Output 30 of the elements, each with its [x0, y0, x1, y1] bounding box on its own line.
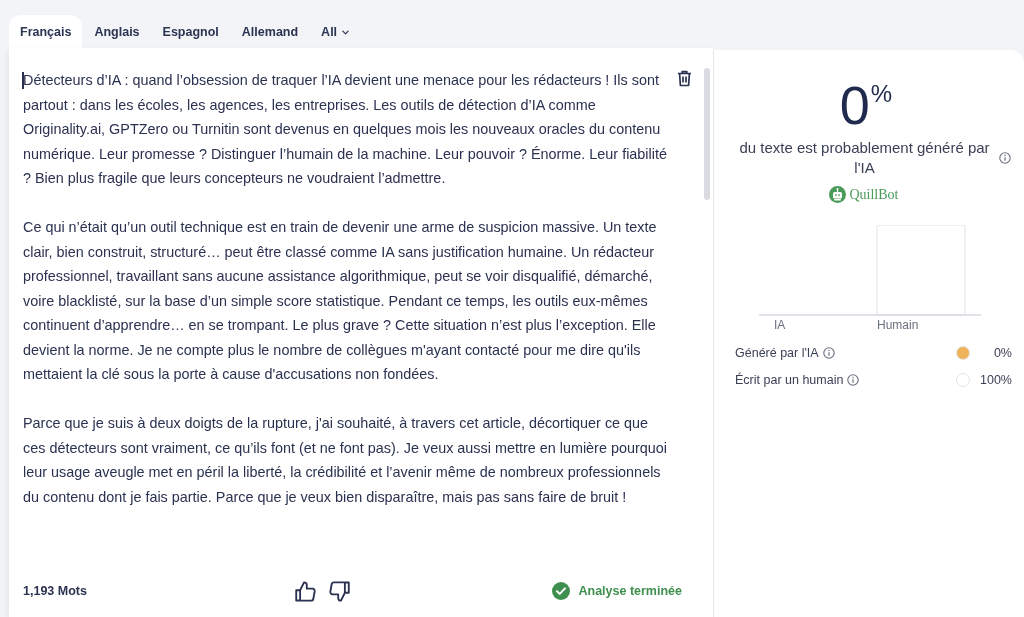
paragraph: Détecteurs d’IA : quand l’obsession de traquer l’IA devient une menace pour les rédacteurs ! Ils sont partout : dans les écoles, les agences, les entreprises. Les outils de détection d’IA comme Originality.ai, GPTZero ou Turnitin sont devenus en quelques mois les nouveaux oracles du contenu numérique. Leur promesse ? Distinguer l’humain de la machine. Leur pouvoir ? Énorme. Leur fiabilité ? Bien plus fragile que leurs concepteurs ne voudraient l’admettre.: [23, 71, 668, 188]
info-icon[interactable]: [847, 373, 860, 386]
language-tab[interactable]: Français: [9, 15, 83, 48]
info-icon[interactable]: [999, 152, 1011, 164]
paragraph: Ce qui n’était qu’un outil technique est en train de devenir une arme de suspicion massive. Un texte clair, bien construit, structuré… peut être classé comme IA sans justification humaine. Un rédacteur professionnel, travaillant sans aucune assistance algorithmique, peut se voir disqualifié, démarché, voire blacklisté, sur la base d’un simple score statistique. Pendant ce temps, les outils eux-mêmes continuent d’apprendre… en se trompant. Le plus grave ? Cette situation n’est plus l’exception. Elle devient la norme. Je ne compte plus le nombre de collègues m'ayant contacté pour me dire qu'ils mettaient la clé sous la porte à cause d'accusations non fondées.: [23, 218, 658, 384]
axis-label: Humain: [877, 318, 919, 332]
word-count: 1,193 Mots: [23, 584, 88, 598]
status-text: Analyse terminée: [578, 584, 682, 598]
language-tab[interactable]: Anglais: [83, 15, 151, 48]
thumbs-up-icon[interactable]: [295, 580, 316, 602]
language-tab[interactable]: Espagnol: [151, 15, 230, 48]
legend-label: Généré par l'IA: [735, 345, 819, 360]
legend-value: 0%: [992, 345, 1012, 360]
ai-score: 0$^{%}$: [839, 78, 893, 132]
trash-icon[interactable]: [677, 70, 692, 87]
language-tab[interactable]: All: [310, 15, 361, 48]
logo-text: QuillBot: [849, 186, 899, 203]
robot-icon: [829, 186, 847, 203]
legend-value: 100%: [979, 372, 1012, 387]
thumbs-down-icon[interactable]: [329, 580, 350, 602]
legend-label: Écrit par un humain: [735, 372, 844, 387]
check-circle-icon: [552, 582, 571, 600]
axis-label: IA: [774, 318, 786, 332]
language-tab[interactable]: Allemand: [230, 15, 310, 48]
info-icon[interactable]: [822, 346, 835, 359]
text-cursor: [22, 72, 24, 89]
score-description: du texte est probablement généré par l'IA: [738, 138, 991, 178]
paragraph: Parce que je suis à deux doigts de la rupture, j'ai souhaité, à travers cet article, décortiquer ce que ces détecteurs sont vraiment, ce qu’ils font (et ne font pas). Je veux aussi mettre en lumière pourquoi leur usage aveugle met en péril la liberté, la crédibilité et l’avenir même de nombreux professionnels du contenu dont je fais partie. Parce que je veux bien disparaître, mais pas sans faire de bruit !: [23, 414, 668, 507]
scrollbar-thumb[interactable]: [704, 68, 710, 200]
chevron-down-icon: [342, 29, 350, 35]
